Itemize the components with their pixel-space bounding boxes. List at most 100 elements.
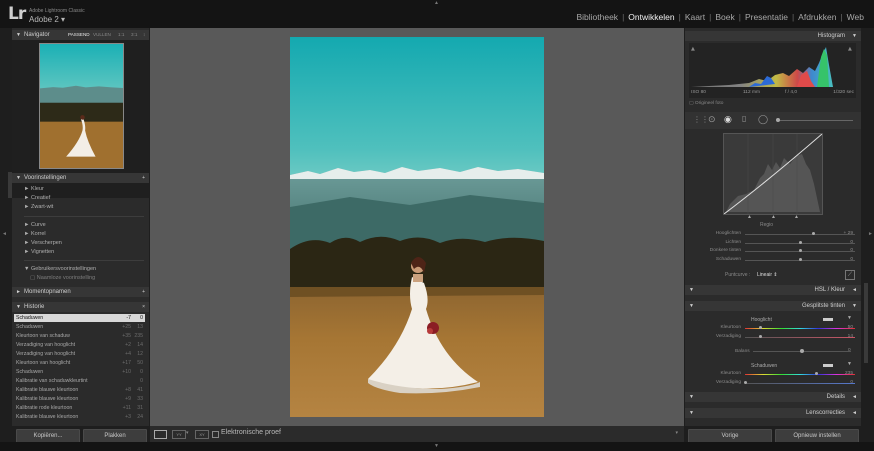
history-item-value: 31 [137, 405, 143, 411]
history-item[interactable]: Kalibratie blauwe kleurtoon +8 41 [14, 386, 145, 394]
point-curve-label: Puntcurve : [725, 272, 751, 278]
history-item-delta: +11 [122, 405, 131, 411]
module-boek[interactable]: Boek [711, 12, 738, 22]
collapse-right-panel-icon[interactable]: ► [868, 231, 873, 237]
soft-proof-checkbox[interactable] [212, 431, 219, 438]
history-item-label: Verzadiging van hooglicht [16, 351, 76, 357]
loupe-view-icon[interactable] [154, 430, 167, 439]
lens-corrections-header[interactable]: ▼ Lenscorrecties ◄ [685, 408, 861, 418]
history-item[interactable]: Kalibratie blauwe kleurtoon +3 24 [14, 413, 145, 421]
histogram-header[interactable]: Histogram ▼ [685, 31, 861, 41]
module-web[interactable]: Web [843, 12, 868, 22]
hsl-header[interactable]: ▼ HSL / Kleur ◄ [685, 285, 861, 295]
slider-knob [743, 381, 747, 384]
module-bibliotheek[interactable]: Bibliotheek [572, 12, 622, 22]
collapse-left-panel-icon[interactable]: ◄ [2, 231, 7, 237]
slider-row[interactable]: Lichten 0 [685, 240, 861, 248]
radial-filter-icon[interactable]: ◯ [758, 114, 768, 125]
preset-group-verscherpen[interactable]: ► Verscherpen [24, 240, 62, 246]
history-item[interactable]: Verzadiging van hooglicht +2 14 [14, 341, 145, 349]
preset-group-zwart-wit[interactable]: ► Zwart-wit [24, 204, 53, 210]
module-kaart[interactable]: Kaart [681, 12, 709, 22]
snapshots-header[interactable]: ► Momentopnamen + [12, 287, 149, 297]
presets-header[interactable]: ▼ Voorinstellingen + [12, 173, 149, 183]
region-markers[interactable]: ▲ ▲ ▲ [685, 214, 861, 221]
preset-group-korrel[interactable]: ► Korrel [24, 231, 46, 237]
preset-group-user[interactable]: ▼ Gebruikersvoorinstellingen [24, 266, 96, 272]
preset-group-kleur[interactable]: ► Kleur [24, 186, 44, 192]
highlights-color-swatch[interactable] [823, 318, 833, 321]
history-item[interactable]: Kalibratie van schaduwkleurtint 0 [14, 377, 145, 385]
module-ontwikkelen[interactable]: Ontwikkelen [624, 12, 678, 22]
slider-row[interactable]: Schaduwen 0 [685, 257, 861, 265]
history-item[interactable]: Kleurtoon van hooglicht +17 50 [14, 359, 145, 367]
chevron-down-icon[interactable]: ▾ [186, 430, 191, 437]
history-item[interactable]: Schaduwen +10 0 [14, 368, 145, 376]
panel-toggle-top-icon[interactable]: ▲ [434, 0, 439, 6]
slider-row[interactable]: Kleurtoon 235 [685, 371, 861, 379]
history-item-label: Kalibratie van schaduwkleurtint [16, 378, 88, 384]
history-item[interactable]: Kleurtoon van schaduw +35 235 [14, 332, 145, 340]
triangle-down-icon: ▼ [16, 32, 21, 38]
previous-button[interactable]: Vorige [688, 429, 772, 443]
shadows-color-swatch[interactable] [823, 364, 833, 367]
split-toning-header[interactable]: ▼ Gesplitste tinten ▼ [685, 301, 861, 311]
preset-group-curve[interactable]: ► Curve [24, 222, 46, 228]
module-afdrukken[interactable]: Afdrukken [794, 12, 840, 22]
copy-button[interactable]: Kopiëren... [16, 429, 80, 443]
slider-row[interactable]: Verzadiging 14 [685, 334, 861, 342]
preset-group-creatief[interactable]: ► Creatief [24, 195, 50, 201]
right-scroll-handle[interactable] [864, 283, 868, 363]
catalog-name[interactable]: Adobe 2 ▾ [29, 15, 65, 24]
graduated-filter-icon[interactable]: ▯ [742, 114, 746, 123]
preset-item-untitled[interactable]: ▢ Naamloze voorinstelling [30, 275, 95, 281]
history-item[interactable]: Schaduwen -7 0 [14, 314, 145, 322]
reset-button[interactable]: Opnieuw instellen [775, 429, 859, 443]
original-photo-toggle[interactable]: ▢ Origineel foto [689, 101, 723, 106]
brush-slider-track[interactable] [777, 120, 853, 121]
navigator-thumbnail[interactable] [39, 43, 124, 169]
history-item[interactable]: Schaduwen +25 13 [14, 323, 145, 331]
preset-group-vignetten[interactable]: ► Vignetten [24, 249, 54, 255]
triangle-down-icon: ▼ [847, 315, 852, 321]
history-item[interactable]: Kalibratie blauwe kleurtoon +9 33 [14, 395, 145, 403]
spot-removal-icon[interactable]: ⊙ [708, 114, 716, 125]
zoom-3-1[interactable]: 3:1 [131, 30, 137, 40]
history-item[interactable]: Verzadiging van hooglicht +4 12 [14, 350, 145, 358]
curve-target-icon[interactable]: ⟋ [845, 270, 855, 280]
zoom-more-icon[interactable]: ↕ [143, 30, 145, 40]
slider-row[interactable]: Verzadiging 0 [685, 380, 861, 388]
point-curve-select[interactable]: Lineair ⇕ [757, 272, 778, 278]
history-item[interactable]: Kalibratie rode kleurtoon +11 31 [14, 404, 145, 412]
toolbar-menu-icon[interactable]: ▾ [675, 430, 678, 436]
crop-grid-icon[interactable]: ⋮⋮ [693, 115, 709, 124]
main-photo[interactable] [290, 37, 544, 417]
zoom-fill[interactable]: VULLEN [93, 30, 111, 40]
slider-row[interactable]: Hooglichten + 29 [685, 231, 861, 239]
slider-row[interactable]: Kleurtoon 50 [685, 325, 861, 333]
left-scroll-handle[interactable] [8, 172, 12, 198]
paste-button[interactable]: Plakken [83, 429, 147, 443]
slider-value: 50 [847, 325, 853, 330]
add-snapshot-icon[interactable]: + [142, 287, 145, 297]
balance-knob[interactable] [800, 349, 804, 353]
history-item-label: Kalibratie blauwe kleurtoon [16, 414, 79, 420]
panel-toggle-bottom-icon[interactable]: ▼ [434, 443, 439, 449]
module-presentatie[interactable]: Presentatie [741, 12, 792, 22]
brush-slider-knob[interactable] [776, 118, 780, 122]
slider-value: 0 [850, 380, 853, 385]
history-header[interactable]: ▼ Historie × [12, 302, 149, 312]
tone-curve-graph[interactable] [723, 133, 823, 215]
navigator-header[interactable]: ▼ Navigator PASSEND VULLEN 1:1 3:1 ↕ [12, 30, 149, 40]
zoom-fit[interactable]: PASSEND [68, 30, 90, 40]
red-eye-icon[interactable]: ◉ [724, 114, 732, 125]
add-preset-icon[interactable]: + [142, 173, 145, 183]
slider-label: Donkere tinten [709, 248, 741, 253]
zoom-1-1[interactable]: 1:1 [118, 30, 124, 40]
before-after-lr-icon[interactable]: YY [172, 430, 186, 439]
slider-row[interactable]: Donkere tinten 0 [685, 248, 861, 256]
before-after-swap-icon[interactable]: XY [195, 430, 209, 439]
details-header[interactable]: ▼ Details ◄ [685, 392, 861, 402]
soft-proof-label: Elektronische proef [221, 429, 281, 436]
clear-history-icon[interactable]: × [142, 302, 145, 312]
